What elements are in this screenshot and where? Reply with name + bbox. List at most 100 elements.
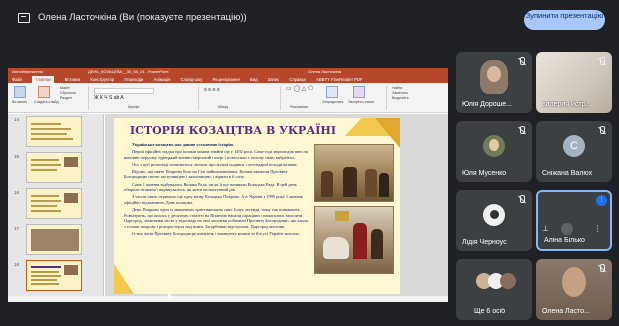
- mic-off-icon: [517, 126, 526, 136]
- avatar-face: [562, 267, 586, 297]
- slide-paragraph: Саме 1 жовтня відбувалась Велика Рада, ч…: [124, 181, 297, 193]
- ribbon-divider: [198, 86, 199, 110]
- participant-tile[interactable]: Юля Мусенко: [456, 121, 532, 182]
- tab-insert[interactable]: Вставка: [65, 76, 81, 83]
- participant-name: Аліна Білько: [544, 237, 585, 244]
- new-slide-button[interactable]: Создать слайд: [34, 100, 59, 105]
- shared-screen: Автозбереження ДЕНЬ_КОЗАЦТВА__30_08_24 -…: [8, 68, 448, 302]
- participant-tile[interactable]: Юлія Дороше...: [456, 52, 532, 113]
- mute-participant-icon[interactable]: [561, 223, 574, 235]
- paragraph-controls[interactable]: ≡ ≡ ≡ ≡: [204, 88, 220, 93]
- autosave-label: Автозбереження: [12, 69, 43, 74]
- avatar-bird: [490, 210, 499, 219]
- avatar: С: [563, 135, 585, 157]
- paste-button[interactable]: Вставить: [12, 100, 27, 105]
- section-button[interactable]: Раздел: [60, 96, 76, 101]
- slide-number: 17: [14, 226, 20, 231]
- tab-record[interactable]: Запис: [268, 76, 280, 83]
- participant-name: Олена Ласто...: [542, 308, 590, 315]
- speaking-indicator-icon: ⋮: [596, 195, 607, 206]
- slide-paragraph: Відомо, що свято Покрови було на Січі на…: [124, 168, 288, 180]
- slide-number: 18: [14, 262, 20, 267]
- participant-tile[interactable]: валерия истр...: [536, 52, 612, 113]
- select-button[interactable]: Выделить: [392, 96, 409, 101]
- powerpoint-titlebar: Автозбереження ДЕНЬ_КОЗАЦТВА__30_08_24 -…: [8, 68, 448, 76]
- mic-off-icon: [597, 126, 606, 136]
- paste-icon[interactable]: [14, 86, 26, 98]
- tab-design[interactable]: Конструктор: [90, 76, 114, 83]
- presenter-label: Олена Ласточкіна (Ви (показуєте презента…: [38, 12, 247, 23]
- slide-paragraph: Із тих часів Пресвяту Богородицю шанують…: [132, 230, 300, 236]
- tab-animations[interactable]: Анімація: [154, 76, 171, 83]
- slide-thumbnail[interactable]: [26, 188, 82, 219]
- status-bar: [8, 296, 448, 302]
- drawing-group-label: Рисование: [290, 105, 309, 109]
- arrange-button[interactable]: Упорядочить: [322, 100, 343, 105]
- more-options-icon[interactable]: ⋮: [593, 224, 601, 233]
- participant-tile-hovered[interactable]: ⋮ ⊥ ⋮ Аліна Білько: [536, 190, 612, 251]
- slide-thumbnail[interactable]: [26, 152, 82, 183]
- slide-paragraph: Перші офіційні згадки про козаків можна …: [124, 149, 308, 160]
- participant-name: Ще 6 осіб: [474, 308, 506, 315]
- slide-number: 16: [14, 190, 20, 195]
- slide-paragraph: З часом свято отримало ще одну назву Коз…: [124, 194, 303, 205]
- tab-slideshow[interactable]: Слайд-шоу: [181, 76, 203, 83]
- shapes-gallery[interactable]: ▭ ◯ △ ⬠: [286, 86, 313, 92]
- font-group-label: Шрифт: [128, 105, 140, 109]
- quick-styles-icon[interactable]: [353, 86, 365, 98]
- quick-styles-button[interactable]: Экспресс-стили: [348, 100, 374, 105]
- slide-thumbnail[interactable]: [26, 116, 82, 147]
- participant-name: Юлія Дороше...: [462, 101, 512, 108]
- arrange-icon[interactable]: [326, 86, 338, 98]
- tab-file[interactable]: Файл: [12, 76, 22, 83]
- participant-tile[interactable]: Лідія Черноус: [456, 190, 532, 251]
- top-bar: Олена Ласточкіна (Ви (показуєте презента…: [0, 0, 619, 36]
- avatar: [500, 273, 516, 289]
- participant-tile-self[interactable]: Олена Ласто...: [536, 259, 612, 320]
- slide-thumbnails-panel: 14 15 16 17 18: [8, 114, 104, 302]
- pin-icon[interactable]: ⊥: [542, 224, 549, 233]
- current-slide[interactable]: ІСТОРІЯ КОЗАЦТВА В УКРАЇНІ Українське ко…: [114, 118, 400, 294]
- participant-name: Юля Мусенко: [462, 170, 507, 177]
- participant-tile[interactable]: С Сніжана Валюх: [536, 121, 612, 182]
- tab-abbyy[interactable]: ABBYY FineReader PDF: [316, 76, 362, 83]
- slide-body-text: Українське козацтво має давню усталеною …: [124, 142, 309, 238]
- slide-thumbnail-active[interactable]: [26, 260, 82, 291]
- ribbon: Вставить Создать слайд Макет Сбросить Ра…: [8, 83, 448, 113]
- tab-transitions[interactable]: Переходи: [124, 76, 143, 83]
- ribbon-divider: [88, 86, 89, 110]
- cossack-horseman-image: [314, 206, 394, 274]
- slide-paragraph: Ось з цієї розповіді починається літопис…: [132, 161, 298, 167]
- slide-decoration: [114, 264, 134, 294]
- slide-number: 14: [14, 117, 20, 122]
- tab-home[interactable]: Главная: [32, 76, 55, 83]
- participant-tile-more[interactable]: Ще 6 осіб: [456, 259, 532, 320]
- ribbon-divider: [280, 86, 281, 110]
- tile-actions: ⊥ ⋮: [542, 223, 610, 235]
- tab-help[interactable]: Справка: [289, 76, 305, 83]
- mic-off-icon: [597, 57, 606, 67]
- slide-title: ІСТОРІЯ КОЗАЦТВА В УКРАЇНІ: [130, 124, 336, 137]
- paragraph-group-label: Абзац: [218, 105, 229, 109]
- slide-paragraph: Українське козацтво має давню усталеною …: [132, 142, 235, 147]
- ribbon-tabs: Файл Главная Вставка Конструктор Переход…: [8, 76, 448, 83]
- stop-presenting-button[interactable]: Зупинити презентацію: [524, 10, 605, 30]
- font-format-row[interactable]: Ж К Ч S ab A: [94, 96, 194, 101]
- slide-editor: ІСТОРІЯ КОЗАЦТВА В УКРАЇНІ Українське ко…: [105, 114, 448, 302]
- font-box[interactable]: [94, 88, 154, 94]
- user-name: Олена Ласточкіна: [308, 69, 342, 74]
- cossack-painting-image: [314, 144, 394, 202]
- file-name: ДЕНЬ_КОЗАЦТВА__30_08_24 - PowerPoint: [88, 69, 169, 74]
- present-screen-icon: [18, 13, 30, 23]
- avatar-face: [489, 139, 499, 151]
- participant-name: Лідія Черноус: [462, 239, 507, 246]
- mic-off-icon: [517, 195, 526, 205]
- mic-off-icon: [517, 57, 526, 67]
- mic-off-icon: [597, 264, 606, 274]
- slide-number: 15: [14, 154, 20, 159]
- new-slide-icon[interactable]: [38, 86, 50, 98]
- slide-thumbnail[interactable]: [26, 224, 82, 255]
- tab-view[interactable]: Вид: [250, 76, 258, 83]
- ribbon-divider: [386, 86, 387, 110]
- tab-review[interactable]: Рецензування: [212, 76, 239, 83]
